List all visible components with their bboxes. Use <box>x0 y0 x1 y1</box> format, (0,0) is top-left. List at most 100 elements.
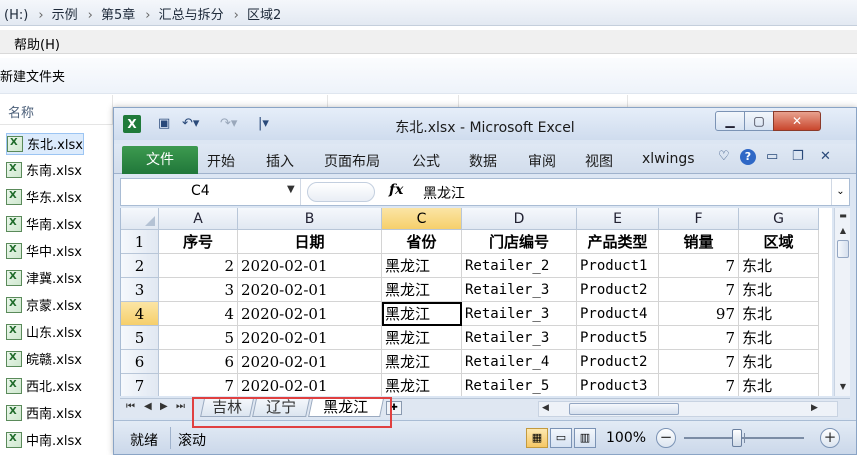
sheet-tab[interactable]: 辽宁 <box>252 398 310 417</box>
cell-e7[interactable]: Product3 <box>577 374 659 396</box>
column-header[interactable]: D <box>462 208 577 230</box>
tab-page-layout[interactable]: 页面布局 <box>324 151 380 171</box>
cell-f4[interactable]: 97 <box>659 302 739 326</box>
formula-bar-splitter[interactable] <box>307 182 375 202</box>
cell-d7[interactable]: Retailer_5 <box>462 374 577 396</box>
cell-f6[interactable]: 7 <box>659 350 739 374</box>
column-header[interactable]: E <box>577 208 659 230</box>
cell-d1[interactable]: 门店编号 <box>462 230 577 254</box>
cell-a3[interactable]: 3 <box>159 278 238 302</box>
cell-d4[interactable]: Retailer_3 <box>462 302 577 326</box>
file-item[interactable]: 山东.xlsx <box>6 322 82 344</box>
column-header-name[interactable]: 名称 <box>8 102 34 121</box>
zoom-level[interactable]: 100% <box>606 430 646 446</box>
cell-g2[interactable]: 东北 <box>739 254 819 278</box>
zoom-out-button[interactable]: − <box>656 428 676 448</box>
cell-b3[interactable]: 2020-02-01 <box>238 278 382 302</box>
minimize-button[interactable]: ▁ <box>715 111 745 131</box>
prev-sheet-icon[interactable]: ◀ <box>144 401 152 412</box>
cell-f2[interactable]: 7 <box>659 254 739 278</box>
cell-d3[interactable]: Retailer_3 <box>462 278 577 302</box>
cell-b4[interactable]: 2020-02-01 <box>238 302 382 326</box>
insert-sheet-icon[interactable]: ✚ <box>386 401 402 415</box>
cell-d2[interactable]: Retailer_2 <box>462 254 577 278</box>
cell-c6[interactable]: 黑龙江 <box>382 350 462 374</box>
vertical-scrollbar[interactable]: ▬ ▲ ▼ <box>834 208 850 396</box>
tab-data[interactable]: 数据 <box>469 151 497 171</box>
row-header[interactable]: 7 <box>121 374 159 396</box>
scroll-thumb[interactable] <box>837 240 849 258</box>
tab-home[interactable]: 开始 <box>207 151 235 171</box>
split-handle-icon[interactable]: ▬ <box>836 209 850 223</box>
last-sheet-icon[interactable]: ⏭ <box>176 401 185 412</box>
breadcrumb-summary-split[interactable]: 汇总与拆分 <box>159 8 224 23</box>
horizontal-scrollbar[interactable]: ◀ ▶ <box>538 401 838 417</box>
cell-b7[interactable]: 2020-02-01 <box>238 374 382 396</box>
tab-xlwings[interactable]: xlwings <box>642 151 695 167</box>
cell-a2[interactable]: 2 <box>159 254 238 278</box>
cell-c4[interactable]: 黑龙江 <box>382 302 462 326</box>
row-header[interactable]: 6 <box>121 350 159 374</box>
cell-c7[interactable]: 黑龙江 <box>382 374 462 396</box>
file-item[interactable]: 华中.xlsx <box>6 241 82 263</box>
cell-a4[interactable]: 4 <box>159 302 238 326</box>
title-bar[interactable]: X ▣ ↶▾ ↷▾ |▾ 东北.xlsx - Microsoft Excel ▁… <box>114 108 856 140</box>
cell-f7[interactable]: 7 <box>659 374 739 396</box>
cell-g6[interactable]: 东北 <box>739 350 819 374</box>
cell-g4[interactable]: 东北 <box>739 302 819 326</box>
tab-file[interactable]: 文件 <box>122 146 198 174</box>
cell-e5[interactable]: Product5 <box>577 326 659 350</box>
row-header[interactable]: 5 <box>121 326 159 350</box>
close-button[interactable]: ✕ <box>773 111 821 131</box>
zoom-slider-thumb[interactable] <box>732 429 742 447</box>
maximize-button[interactable]: ▢ <box>744 111 774 131</box>
cell-c5[interactable]: 黑龙江 <box>382 326 462 350</box>
cell-b2[interactable]: 2020-02-01 <box>238 254 382 278</box>
cell-c2[interactable]: 黑龙江 <box>382 254 462 278</box>
row-header[interactable]: 1 <box>121 230 159 254</box>
cell-c1[interactable]: 省份 <box>382 230 462 254</box>
file-item[interactable]: 京蒙.xlsx <box>6 295 82 317</box>
breadcrumb-chapter5[interactable]: 第5章 <box>101 8 135 23</box>
next-sheet-icon[interactable]: ▶ <box>160 401 168 412</box>
column-header[interactable]: A <box>159 208 238 230</box>
cell-g1[interactable]: 区域 <box>739 230 819 254</box>
column-header[interactable]: F <box>659 208 739 230</box>
chevron-down-icon[interactable]: ▼ <box>287 184 295 195</box>
cell-b5[interactable]: 2020-02-01 <box>238 326 382 350</box>
tab-insert[interactable]: 插入 <box>266 151 294 171</box>
address-bar[interactable]: (H:) › 示例 › 第5章 › 汇总与拆分 › 区域2 <box>0 0 857 26</box>
minimize-workbook-icon[interactable]: ▭ <box>766 149 778 164</box>
file-item[interactable]: 皖赣.xlsx <box>6 349 82 371</box>
tab-view[interactable]: 视图 <box>585 151 613 171</box>
help-icon[interactable]: ? <box>740 149 756 165</box>
formula-input[interactable]: 黑龙江 <box>423 183 465 203</box>
column-header[interactable]: C <box>382 208 462 230</box>
cell-g3[interactable]: 东北 <box>739 278 819 302</box>
select-all-button[interactable] <box>121 208 159 230</box>
scroll-right-icon[interactable]: ▶ <box>811 403 818 413</box>
insert-function-icon[interactable]: fx <box>389 182 403 198</box>
cell-a1[interactable]: 序号 <box>159 230 238 254</box>
cell-a7[interactable]: 7 <box>159 374 238 396</box>
breadcrumb-examples[interactable]: 示例 <box>52 8 78 23</box>
zoom-in-button[interactable]: + <box>820 428 840 448</box>
cell-e6[interactable]: Product2 <box>577 350 659 374</box>
tab-formulas[interactable]: 公式 <box>412 151 440 171</box>
collapse-ribbon-icon[interactable]: ♡ <box>718 149 730 164</box>
file-item[interactable]: 中南.xlsx <box>6 430 82 452</box>
cell-f5[interactable]: 7 <box>659 326 739 350</box>
cell-a5[interactable]: 5 <box>159 326 238 350</box>
page-layout-view-icon[interactable]: ▭ <box>550 428 572 448</box>
name-box[interactable]: C4 ▼ <box>121 179 301 205</box>
restore-workbook-icon[interactable]: ❐ <box>792 149 804 164</box>
cell-e4[interactable]: Product4 <box>577 302 659 326</box>
menu-help[interactable]: 帮助(H) <box>14 34 60 53</box>
normal-view-icon[interactable]: ▦ <box>526 428 548 448</box>
column-header[interactable]: G <box>739 208 819 230</box>
cell-d5[interactable]: Retailer_3 <box>462 326 577 350</box>
breadcrumb-region2[interactable]: 区域2 <box>247 8 281 23</box>
cell-g5[interactable]: 东北 <box>739 326 819 350</box>
file-item[interactable]: 东北.xlsx <box>6 133 84 155</box>
cell-a6[interactable]: 6 <box>159 350 238 374</box>
